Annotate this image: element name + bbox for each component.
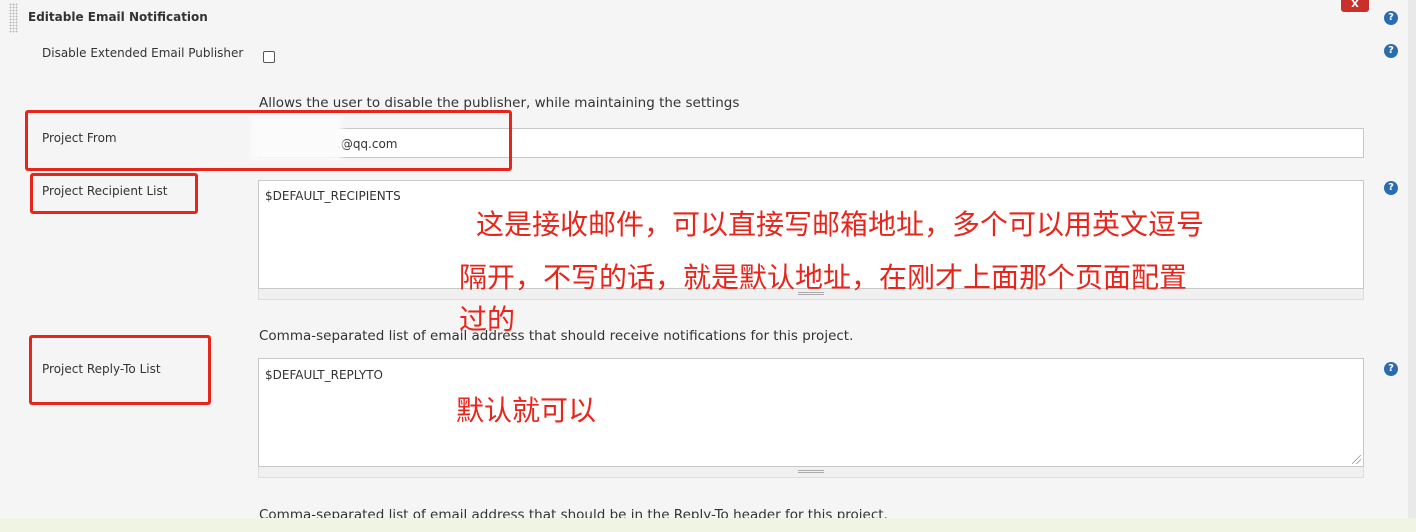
annotation-replyto: 默认就可以 <box>456 394 597 427</box>
annotation-recipient-line3: 过的 <box>459 303 516 336</box>
help-icon[interactable]: ? <box>1384 44 1398 58</box>
reply-to-textarea[interactable]: $DEFAULT_REPLYTO <box>258 358 1364 467</box>
recipient-list-description: Comma-separated list of email address th… <box>259 328 854 344</box>
annotation-recipient-line2: 隔开，不写的话，就是默认地址，在刚才上面那个页面配置 <box>459 261 1188 294</box>
help-icon[interactable]: ? <box>1384 11 1398 25</box>
drag-handle[interactable] <box>9 3 18 33</box>
highlight-box-recipient-list <box>30 173 198 214</box>
disable-publisher-checkbox[interactable] <box>263 51 275 63</box>
disable-publisher-label: Disable Extended Email Publisher <box>42 46 244 60</box>
close-button[interactable]: X <box>1341 0 1369 12</box>
section-title: Editable Email Notification <box>28 10 208 24</box>
help-icon[interactable]: ? <box>1384 181 1398 195</box>
footer-bar <box>0 518 1416 532</box>
help-icon[interactable]: ? <box>1384 362 1398 376</box>
reply-to-resize-handle[interactable] <box>258 467 1364 478</box>
highlight-box-reply-to <box>29 335 211 405</box>
highlight-box-project-from <box>25 110 512 171</box>
disable-publisher-description: Allows the user to disable the publisher… <box>259 95 740 111</box>
annotation-recipient-line1: 这是接收邮件，可以直接写邮箱地址，多个可以用英文逗号 <box>476 208 1205 241</box>
vertical-scrollbar[interactable] <box>1408 0 1416 532</box>
